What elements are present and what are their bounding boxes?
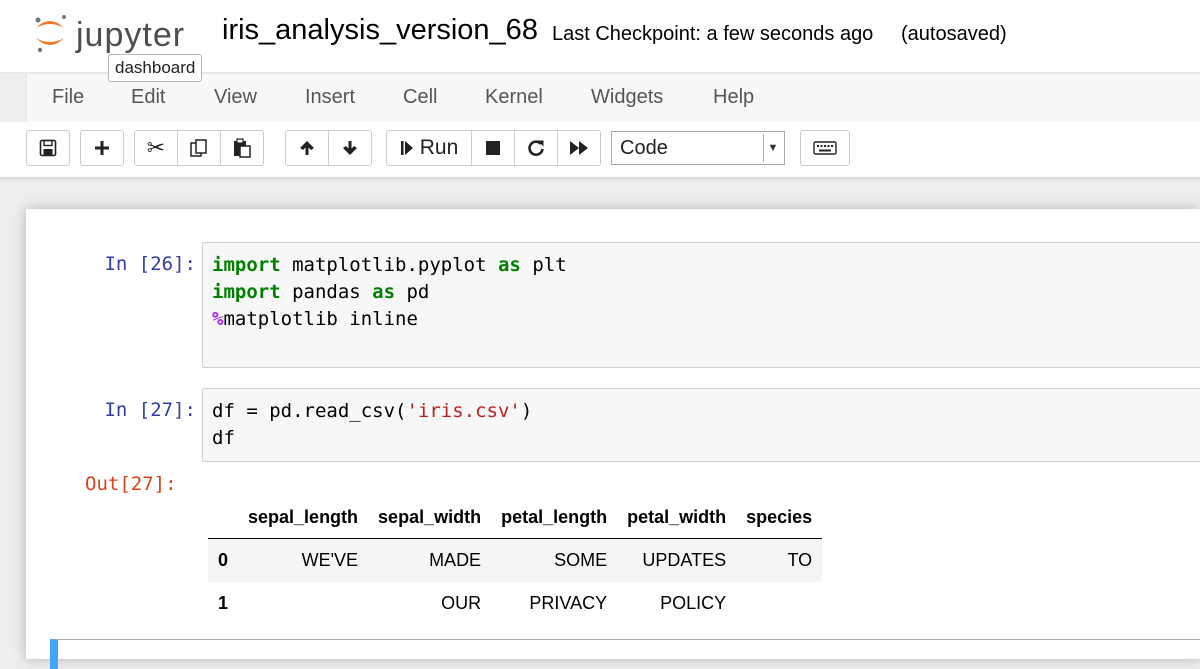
chevron-down-icon: ▼ bbox=[763, 134, 782, 162]
menu-widgets[interactable]: Widgets bbox=[591, 86, 663, 109]
cell-type-select[interactable]: Code ▼ bbox=[611, 131, 785, 165]
command-palette-button[interactable] bbox=[800, 130, 850, 166]
input-prompt: In [26]: bbox=[104, 253, 196, 275]
dashboard-tooltip: dashboard bbox=[108, 54, 203, 82]
code-token: import bbox=[212, 281, 281, 303]
jupyter-logo[interactable]: jupyter bbox=[30, 10, 200, 56]
table-cell: WE'VE bbox=[301, 550, 359, 570]
column-header: sepal_width bbox=[368, 496, 492, 539]
table-cell: PRIVACY bbox=[529, 593, 608, 613]
code-line: import pandas as pd bbox=[212, 279, 1200, 306]
run-label: Run bbox=[419, 136, 459, 159]
copy-icon bbox=[190, 139, 207, 157]
notebook-name[interactable]: iris_analysis_version_68 bbox=[222, 14, 538, 47]
column-header: petal_length bbox=[491, 496, 618, 539]
code-token: 'iris.csv' bbox=[406, 400, 521, 422]
menu-cell[interactable]: Cell bbox=[403, 86, 437, 109]
scissors-icon: ✂ bbox=[146, 135, 166, 160]
paste-button[interactable] bbox=[220, 130, 264, 166]
copy-button[interactable] bbox=[177, 130, 221, 166]
keyboard-icon bbox=[813, 141, 837, 155]
code-line: import matplotlib.pyplot as plt bbox=[212, 252, 1200, 279]
code-line: df = pd.read_csv('iris.csv') bbox=[212, 398, 1200, 425]
table-cell: TO bbox=[787, 550, 813, 570]
plus-icon bbox=[95, 141, 109, 155]
row-index: 1 bbox=[218, 593, 229, 613]
table-cell bbox=[238, 582, 368, 625]
arrow-down-icon bbox=[343, 141, 357, 155]
code-token: plt bbox=[520, 254, 567, 276]
code-token: matplotlib.pyplot bbox=[280, 254, 498, 276]
step-forward-icon bbox=[400, 141, 413, 155]
restart-button[interactable] bbox=[514, 130, 558, 166]
move-up-button[interactable] bbox=[285, 130, 329, 166]
code-token: as bbox=[372, 281, 396, 303]
menu-insert[interactable]: Insert bbox=[305, 86, 355, 109]
column-header: species bbox=[736, 496, 823, 539]
table-row: 0 WE'VE MADE SOME UPDATES TO bbox=[208, 538, 823, 582]
column-header bbox=[208, 496, 239, 539]
menu-kernel[interactable]: Kernel bbox=[485, 86, 543, 109]
code-token: pandas bbox=[280, 281, 373, 303]
toolbar: ✂ Run Code ▼ bbox=[0, 122, 1200, 177]
code-token: as bbox=[497, 254, 521, 276]
paste-icon bbox=[234, 138, 251, 158]
autosave-status: (autosaved) bbox=[901, 23, 1007, 45]
code-token: df bbox=[212, 427, 235, 449]
arrow-up-icon bbox=[300, 141, 314, 155]
notebook-container: In [26]: import matplotlib.pyplot as plt… bbox=[26, 209, 1200, 669]
jupyter-logo-icon bbox=[35, 15, 66, 53]
interrupt-button[interactable] bbox=[471, 130, 515, 166]
save-button[interactable] bbox=[26, 130, 70, 166]
cell-type-value: Code bbox=[620, 137, 668, 159]
run-all-button[interactable] bbox=[557, 130, 601, 166]
code-cell-input[interactable]: df = pd.read_csv('iris.csv') df bbox=[202, 388, 1200, 462]
menu-edit[interactable]: Edit bbox=[131, 86, 165, 109]
menu-file[interactable]: File bbox=[52, 86, 84, 109]
menubar: File Edit View Insert Cell Kernel Widget… bbox=[26, 73, 1200, 123]
code-token: import bbox=[212, 254, 281, 276]
checkpoint-status: Last Checkpoint: a few seconds ago bbox=[552, 23, 874, 45]
row-index: 0 bbox=[218, 550, 229, 570]
menu-view[interactable]: View bbox=[214, 86, 257, 109]
table-cell: MADE bbox=[429, 550, 482, 570]
header: jupyter dashboard iris_analysis_version_… bbox=[0, 0, 1200, 82]
cut-button[interactable]: ✂ bbox=[134, 130, 178, 166]
table-cell: SOME bbox=[554, 550, 608, 570]
column-header: sepal_length bbox=[238, 496, 369, 539]
output-prompt: Out[27]: bbox=[85, 473, 177, 495]
code-token: matplotlib inline bbox=[223, 308, 418, 330]
table-cell: POLICY bbox=[660, 593, 727, 613]
code-cell-input[interactable]: import matplotlib.pyplot as plt import pa… bbox=[202, 242, 1200, 368]
column-header: petal_width bbox=[617, 496, 737, 539]
move-down-button[interactable] bbox=[328, 130, 372, 166]
fast-forward-icon bbox=[570, 141, 588, 155]
save-icon bbox=[39, 139, 57, 157]
dataframe-table: sepal_length sepal_width petal_length pe… bbox=[208, 496, 823, 625]
code-token: ) bbox=[520, 400, 533, 422]
menu-help[interactable]: Help bbox=[713, 86, 754, 109]
table-cell: UPDATES bbox=[642, 550, 727, 570]
table-header-row: sepal_length sepal_width petal_length pe… bbox=[208, 496, 823, 539]
insert-cell-button[interactable] bbox=[80, 130, 124, 166]
input-prompt: In [27]: bbox=[104, 399, 196, 421]
logo-text: jupyter bbox=[76, 16, 186, 54]
run-button[interactable]: Run bbox=[386, 130, 472, 166]
table-cell: OUR bbox=[441, 593, 482, 613]
stop-icon bbox=[486, 141, 500, 155]
restart-icon bbox=[528, 140, 544, 156]
table-row: 1 OUR PRIVACY POLICY bbox=[208, 582, 822, 625]
code-line: df bbox=[212, 425, 1200, 452]
code-line: %matplotlib inline bbox=[212, 306, 1200, 333]
code-token: df = pd.read_csv( bbox=[212, 400, 407, 422]
selected-cell[interactable] bbox=[50, 639, 1200, 669]
toolbar-shadow bbox=[0, 177, 1200, 183]
code-token: pd bbox=[395, 281, 430, 303]
table-cell bbox=[736, 582, 822, 625]
code-token: % bbox=[212, 308, 224, 330]
